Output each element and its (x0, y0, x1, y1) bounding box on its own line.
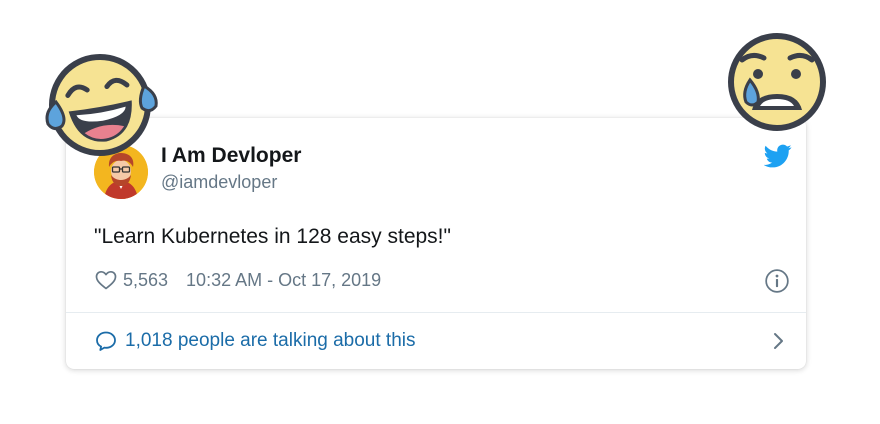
chevron-right-icon[interactable] (769, 328, 789, 354)
conversation-link[interactable]: 1,018 people are talking about this (94, 328, 784, 354)
info-icon[interactable] (764, 268, 790, 294)
conversation-count-text[interactable]: 1,018 people are talking about this (125, 330, 416, 352)
tweet-timestamp[interactable]: 10:32 AM - Oct 17, 2019 (186, 270, 381, 291)
like-count: 5,563 (123, 269, 169, 290)
tweet-card: I Am Devloper @iamdevloper "Learn Kubern… (66, 118, 806, 369)
speech-bubble-icon (96, 331, 116, 351)
heart-icon[interactable] (94, 268, 118, 292)
author-handle[interactable]: @iamdevloper (161, 172, 277, 193)
tweet-text: "Learn Kubernetes in 128 easy steps!" (94, 225, 451, 248)
twitter-bird-icon[interactable] (764, 142, 792, 170)
tweet-meta-row: 5,563 10:32 AM - Oct 17, 2019 (94, 268, 381, 292)
author-name[interactable]: I Am Devloper (161, 144, 301, 168)
tears-of-joy-emoji (45, 54, 158, 156)
card-divider (66, 312, 806, 313)
anguished-crying-emoji (728, 33, 826, 131)
